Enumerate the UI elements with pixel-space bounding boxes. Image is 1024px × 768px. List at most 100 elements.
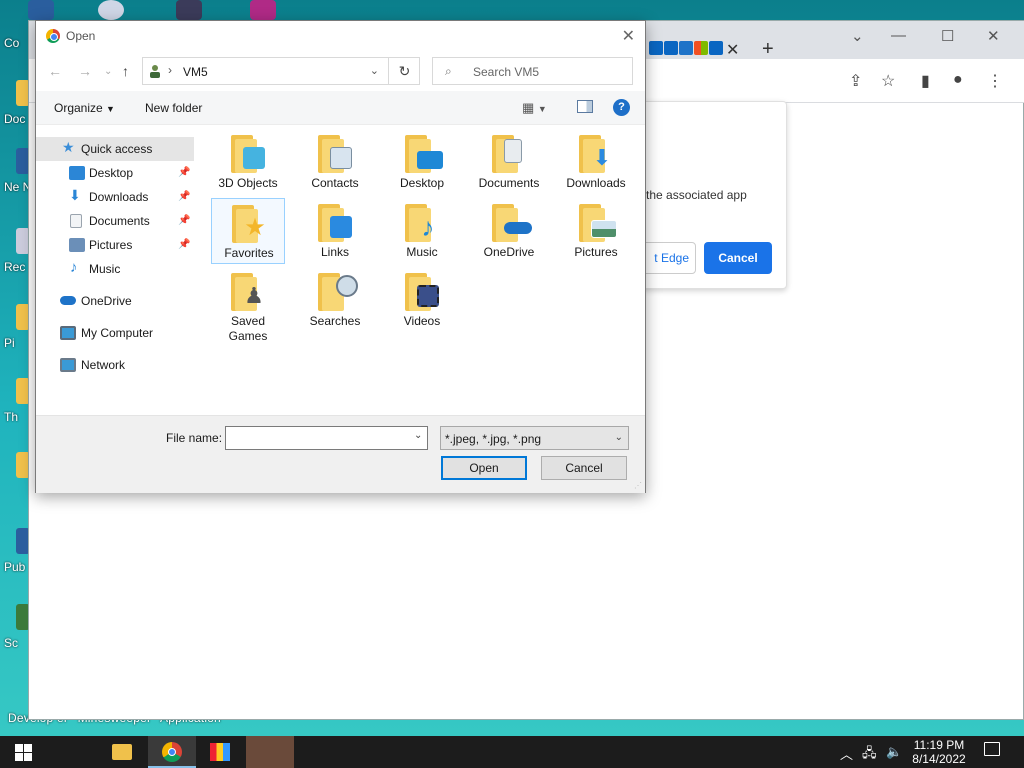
new-folder-button[interactable]: New folder: [145, 101, 202, 115]
taskbar-file-explorer[interactable]: [98, 736, 146, 768]
nav-item-onedrive[interactable]: OneDrive: [36, 289, 194, 313]
folder-icon: ★: [232, 205, 266, 243]
change-view-icon[interactable]: ▦ ▼: [522, 100, 547, 116]
folder-item-videos[interactable]: Videos: [385, 267, 459, 333]
menu-icon[interactable]: ⋮: [987, 71, 1003, 91]
prompt-cancel-button[interactable]: Cancel: [704, 242, 772, 274]
desktop-item-pub[interactable]: Pub: [0, 528, 30, 588]
nav-item-quick-access[interactable]: ★ Quick access: [36, 137, 194, 161]
folder-item-saved-games[interactable]: ♟ Saved Games: [211, 267, 285, 343]
close-window-icon[interactable]: ✕: [987, 27, 1000, 45]
organize-button[interactable]: Organize ▼: [54, 101, 115, 115]
desktop-item-folder[interactable]: [0, 452, 30, 512]
bookmark-star-icon[interactable]: ☆: [881, 71, 895, 91]
breadcrumb-path[interactable]: VM5: [183, 65, 208, 79]
cancel-button[interactable]: Cancel: [541, 456, 627, 480]
folder-item-desktop[interactable]: Desktop: [385, 129, 459, 195]
close-icon[interactable]: ✕: [622, 26, 635, 46]
desktop-item-this[interactable]: Th: [0, 378, 30, 438]
folder-item-contacts[interactable]: Contacts: [298, 129, 372, 195]
pin-icon: 📌: [178, 167, 191, 178]
address-dropdown-icon[interactable]: ⌄: [370, 64, 379, 77]
file-name-dropdown-icon[interactable]: ⌄: [414, 430, 422, 441]
refresh-icon[interactable]: ↻: [388, 58, 420, 84]
folder-icon: [492, 135, 526, 173]
open-edge-button[interactable]: t Edge: [642, 242, 696, 274]
folder-icon: [231, 135, 265, 173]
folder-item-onedrive[interactable]: OneDrive: [472, 198, 546, 264]
address-bar[interactable]: › VM5 ⌄: [142, 57, 420, 85]
new-tab-icon[interactable]: +: [762, 38, 774, 61]
pin-icon: 📌: [178, 239, 191, 250]
desktop-computer-icon[interactable]: [28, 0, 54, 20]
volume-icon[interactable]: 🔈: [886, 744, 902, 760]
desktop-app2-icon[interactable]: [250, 0, 276, 20]
folder-label: OneDrive: [483, 245, 535, 259]
file-name-input[interactable]: [225, 426, 428, 450]
folder-item-downloads[interactable]: ⬇ Downloads: [559, 129, 633, 195]
back-arrow-icon[interactable]: ←: [48, 63, 62, 79]
teams-icon[interactable]: [679, 41, 693, 55]
maximize-icon[interactable]: ☐: [941, 27, 954, 45]
nav-item-my-computer[interactable]: My Computer: [36, 321, 194, 345]
desktop-item-recycle[interactable]: Rec: [0, 228, 30, 288]
help-icon[interactable]: ?: [613, 99, 630, 116]
tab-search-icon[interactable]: ⌄: [851, 27, 864, 45]
forward-arrow-icon[interactable]: →: [78, 63, 92, 79]
nav-item-desktop[interactable]: Desktop 📌: [36, 161, 194, 185]
folder-item-links[interactable]: Links: [298, 198, 372, 264]
search-box[interactable]: ⌕ Search VM5: [432, 57, 633, 85]
side-panel-icon[interactable]: ▮: [921, 71, 930, 91]
desktop-item-pictures[interactable]: Pi: [0, 304, 30, 364]
linkedin-icon[interactable]: [664, 41, 678, 55]
nav-item-network[interactable]: Network: [36, 353, 194, 377]
linkedin-icon[interactable]: [649, 41, 663, 55]
show-hidden-icons-icon[interactable]: ︿: [840, 744, 853, 763]
navigation-bar: ← → ⌄ ↑ › VM5 ⌄ ↻ ⌕ Search VM5: [36, 55, 645, 87]
taskbar-search-button[interactable]: ⚲: [48, 736, 124, 768]
share-icon[interactable]: ⇪: [849, 71, 862, 91]
desktop-app-icon[interactable]: [176, 0, 202, 20]
desktop-globe-icon[interactable]: [98, 0, 124, 20]
nav-item-music[interactable]: ♪ Music: [36, 257, 194, 281]
folder-item-searches[interactable]: Searches: [298, 267, 372, 333]
taskbar-app[interactable]: [246, 736, 294, 768]
folder-item-documents[interactable]: Documents: [472, 129, 546, 195]
desktop-item-network[interactable]: Ne Neigh: [0, 148, 54, 208]
preview-pane-icon[interactable]: [577, 100, 593, 113]
recent-locations-icon[interactable]: ⌄: [104, 66, 112, 77]
nav-item-pictures[interactable]: Pictures 📌: [36, 233, 194, 257]
clock[interactable]: 11:19 PM 8/14/2022: [908, 738, 970, 766]
start-button[interactable]: [0, 736, 48, 768]
linkedin-icon[interactable]: [709, 41, 723, 55]
up-arrow-icon[interactable]: ↑: [122, 63, 129, 79]
folder-item-music[interactable]: ♪ Music: [385, 198, 459, 264]
desktop-item-documents[interactable]: Doc: [0, 80, 30, 140]
computer-icon: [60, 326, 76, 340]
taskbar-chrome[interactable]: [148, 736, 196, 768]
file-type-select[interactable]: *.jpeg, *.jpg, *.png ⌄: [440, 426, 629, 450]
open-button[interactable]: Open: [441, 456, 527, 480]
notifications-icon[interactable]: [984, 742, 1000, 756]
chrome-icon: [162, 742, 182, 762]
folder-item-favorites[interactable]: ★ Favorites: [211, 198, 285, 264]
search-input[interactable]: Search VM5: [473, 65, 539, 79]
close-tab-icon[interactable]: ✕: [726, 40, 739, 60]
folder-label: Links: [320, 245, 349, 259]
nav-item-documents[interactable]: Documents 📌: [36, 209, 194, 233]
folder-icon: ⬇: [579, 135, 613, 173]
tab-favicons[interactable]: [649, 41, 723, 55]
network-icon[interactable]: 🖧: [862, 744, 877, 766]
folder-item-pictures[interactable]: Pictures: [559, 198, 633, 264]
minimize-icon[interactable]: —: [891, 27, 906, 44]
taskbar-paint[interactable]: [196, 736, 244, 768]
profile-icon[interactable]: ●: [953, 71, 963, 89]
desktop-item-sc[interactable]: Sc: [0, 604, 30, 664]
nav-item-downloads[interactable]: ⬇ Downloads 📌: [36, 185, 194, 209]
microsoft-icon[interactable]: [694, 41, 708, 55]
desktop-item-computer[interactable]: Co: [0, 20, 28, 80]
folder-item-3d-objects[interactable]: 3D Objects: [211, 129, 285, 195]
breadcrumb-chevron-icon[interactable]: ›: [168, 63, 172, 77]
resize-grip-icon[interactable]: ⋰: [634, 481, 642, 490]
folder-label: Contacts: [311, 176, 359, 190]
